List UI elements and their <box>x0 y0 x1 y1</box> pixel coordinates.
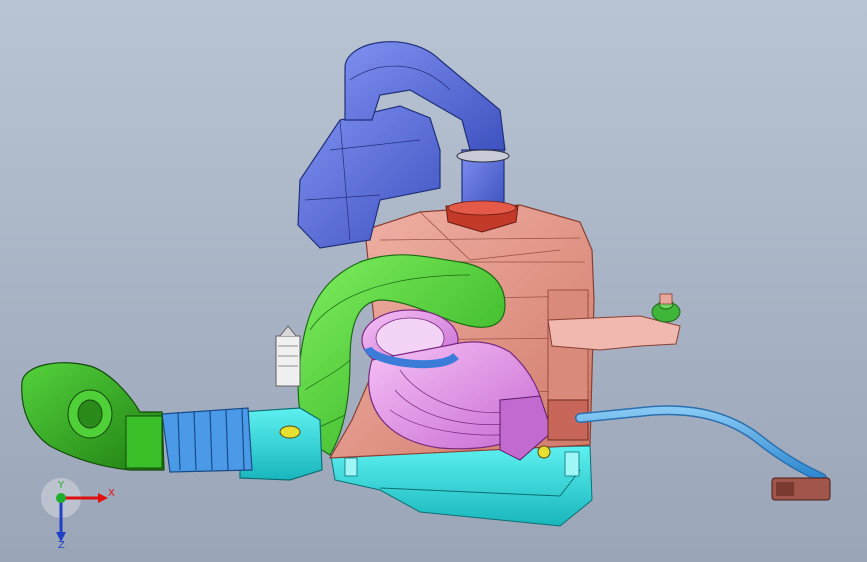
sensor-plug[interactable] <box>275 325 301 387</box>
orientation-triad: X Y Z <box>36 474 116 554</box>
base-plate[interactable] <box>329 445 593 527</box>
coolant-pipe[interactable] <box>575 405 831 501</box>
corrugated-hose[interactable] <box>161 407 253 473</box>
y-axis <box>56 493 66 503</box>
triad-axes <box>41 478 108 542</box>
air-filter[interactable] <box>21 362 165 471</box>
z-axis-label: Z <box>58 540 65 551</box>
y-axis-label: Y <box>58 480 65 491</box>
3d-viewport[interactable]: X Y Z <box>0 0 867 562</box>
x-axis-label: X <box>108 488 115 499</box>
cad-model[interactable] <box>0 0 867 562</box>
